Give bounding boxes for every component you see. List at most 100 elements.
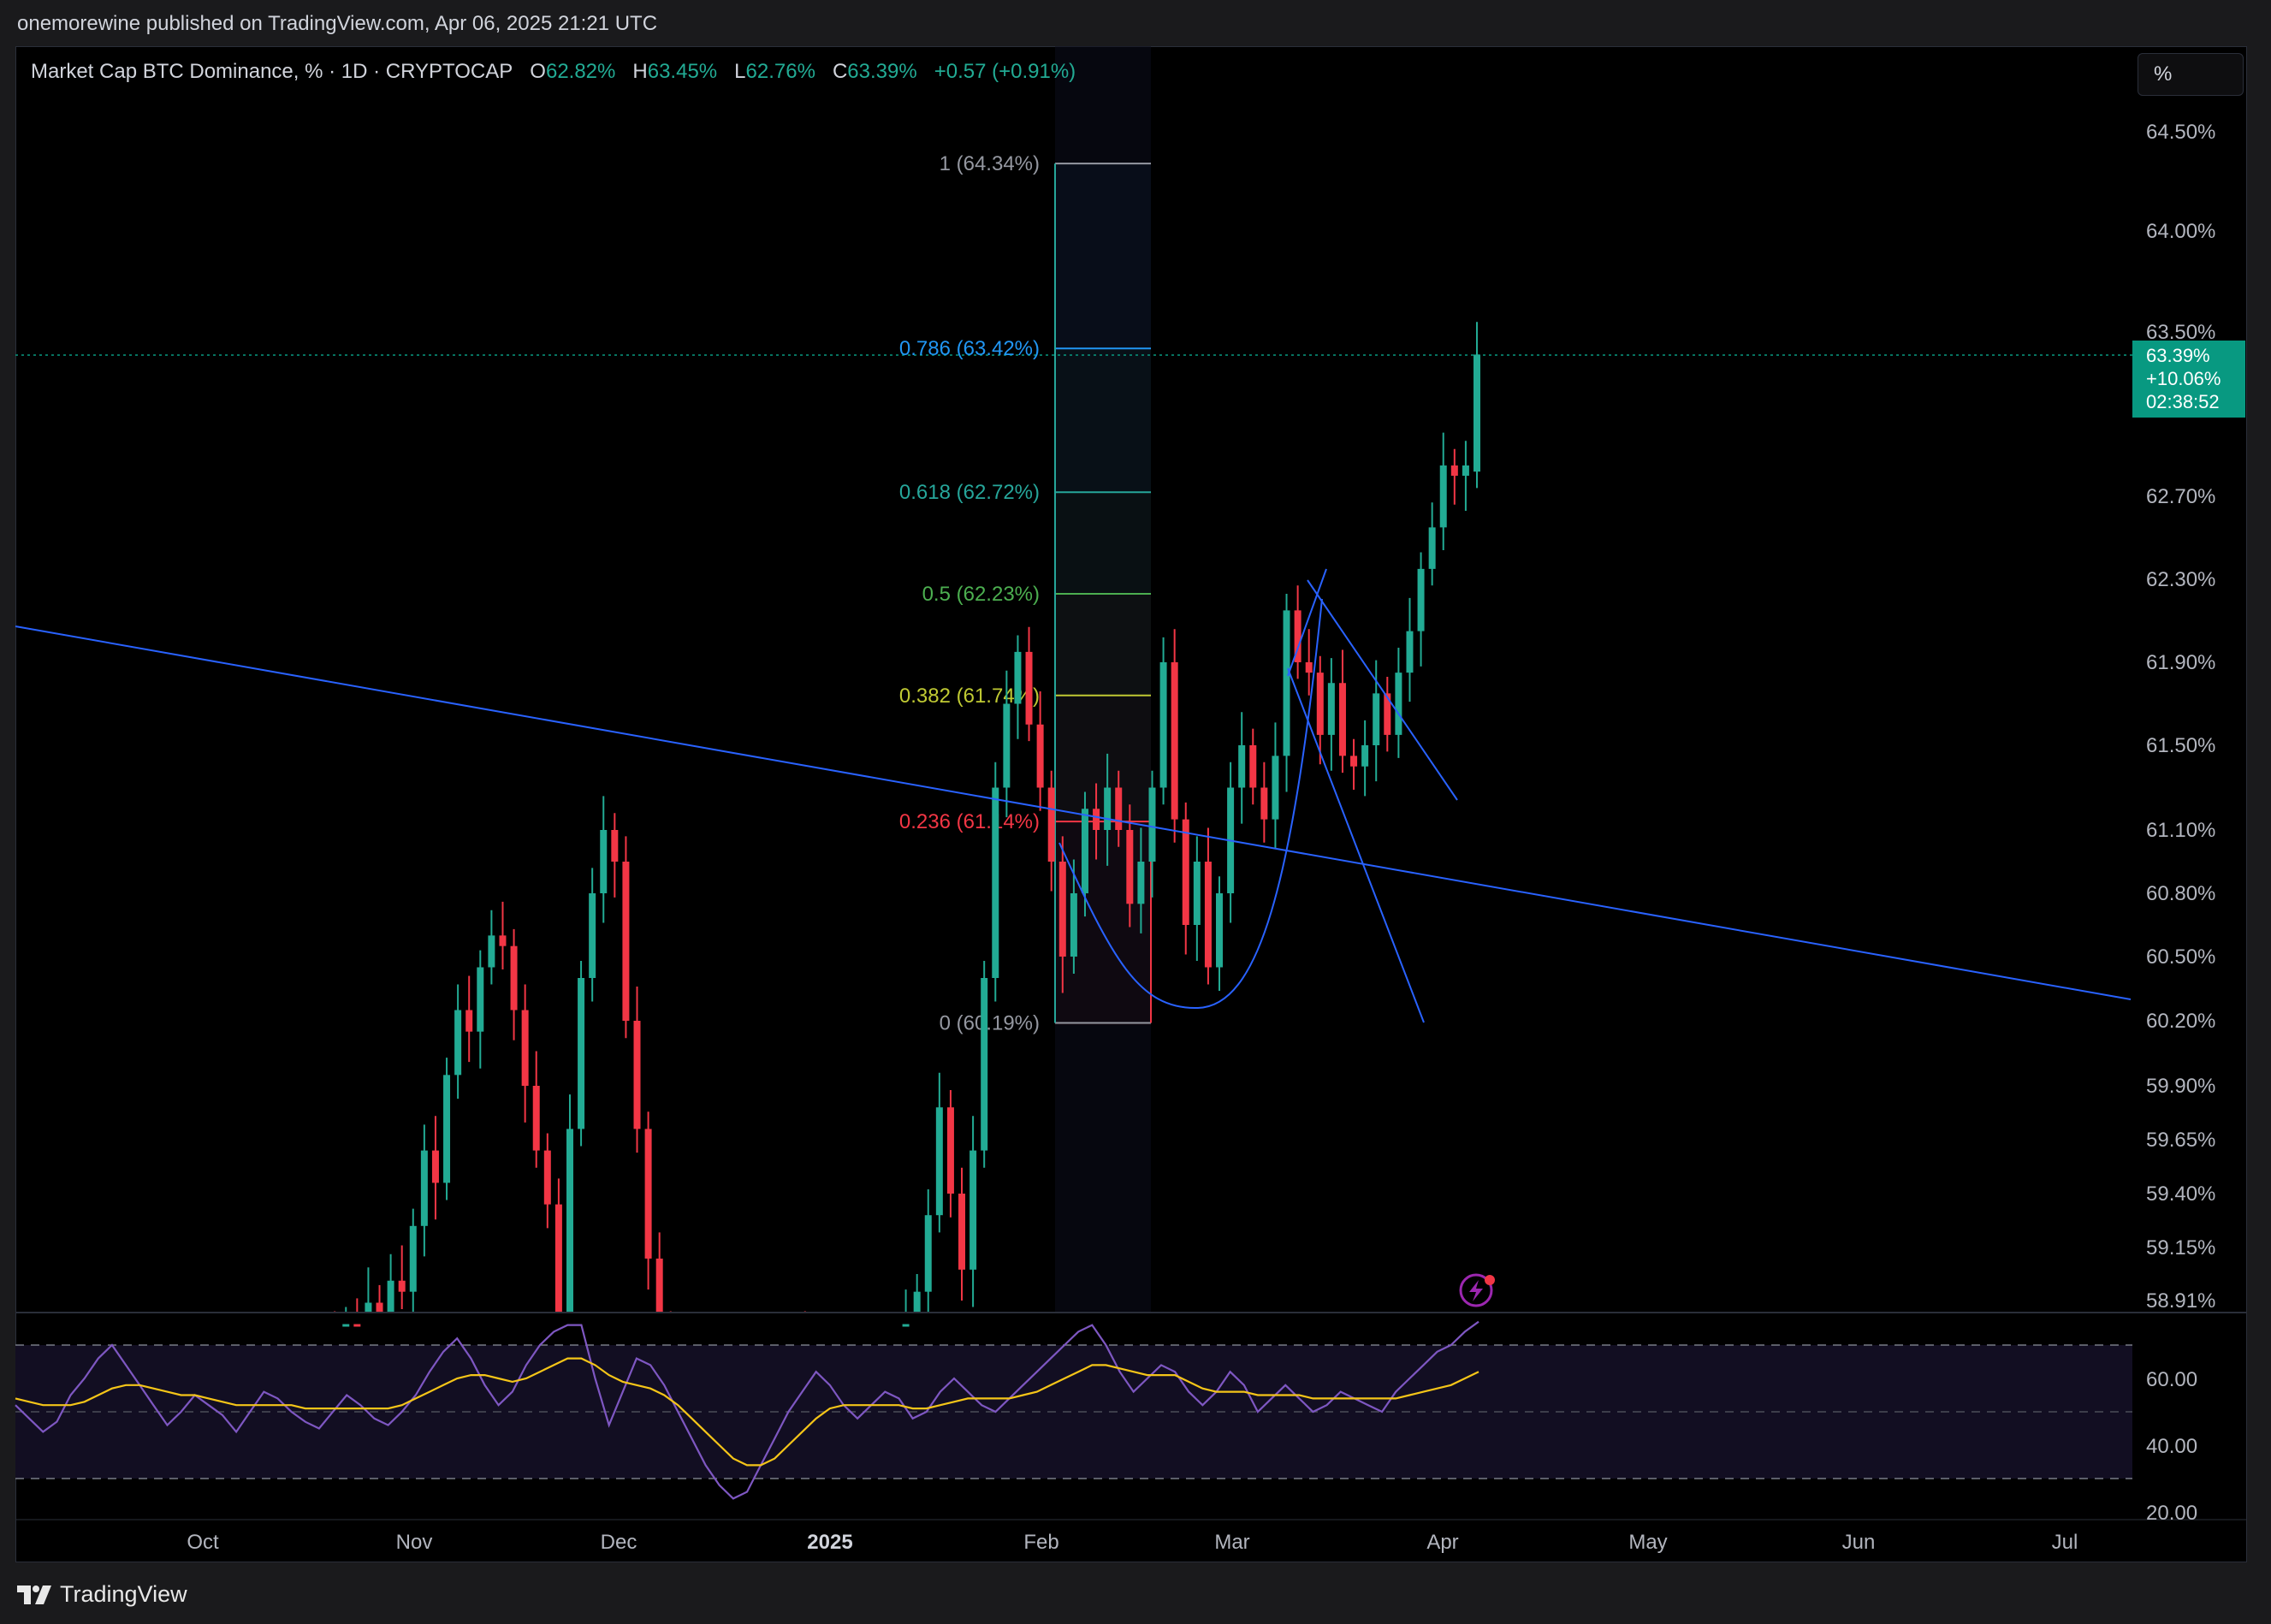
fib-retracement-tool[interactable] bbox=[1055, 46, 1151, 1313]
candles bbox=[331, 322, 1480, 1348]
candle-body bbox=[1338, 683, 1346, 756]
fib-level-label: 1 (64.34%) bbox=[940, 152, 1040, 175]
candle-body bbox=[488, 935, 495, 968]
price-tick-label: 64.00% bbox=[2146, 220, 2215, 243]
fib-level-label: 0.618 (62.72%) bbox=[899, 481, 1040, 504]
candle-body bbox=[1137, 862, 1145, 904]
legend-change: +0.57 (+0.91%) bbox=[934, 60, 1076, 83]
candle-body bbox=[935, 1107, 943, 1216]
candle-body bbox=[342, 1324, 350, 1327]
candle-body bbox=[443, 1075, 451, 1183]
candle-body bbox=[431, 1150, 439, 1183]
tradingview-logo-icon bbox=[17, 1585, 51, 1604]
candle-body bbox=[1428, 527, 1436, 569]
bar-countdown: 02:38:52 bbox=[2146, 391, 2220, 412]
candle-body bbox=[578, 978, 585, 1129]
price-axis[interactable]: 64.50%64.00%63.50%62.70%62.30%61.90%61.5… bbox=[2146, 121, 2215, 1313]
legend-low-label: L bbox=[734, 60, 746, 83]
candle-body bbox=[589, 893, 596, 978]
percent-scale-button[interactable]: % bbox=[2138, 53, 2244, 96]
candle-body bbox=[543, 1150, 551, 1205]
candle-body bbox=[1014, 651, 1022, 704]
tradingview-logo[interactable]: TradingView bbox=[17, 1581, 187, 1608]
candle-body bbox=[1417, 568, 1425, 631]
candle-body bbox=[1148, 787, 1156, 862]
rsi-tick-label: 60.00 bbox=[2146, 1368, 2197, 1391]
legend-close: 63.39% bbox=[847, 60, 917, 83]
candle-body bbox=[398, 1280, 406, 1292]
candle-body bbox=[1260, 787, 1268, 820]
candle-body bbox=[644, 1129, 652, 1259]
candle-body bbox=[420, 1150, 428, 1226]
candle-body bbox=[532, 1086, 540, 1151]
fib-level-label: 0.786 (63.42%) bbox=[899, 337, 1040, 360]
candle-body bbox=[1058, 862, 1066, 957]
legend-symbol: Market Cap BTC Dominance, % · 1D · CRYPT… bbox=[31, 60, 513, 83]
price-tick-label: 59.15% bbox=[2146, 1236, 2215, 1259]
price-tick-label: 58.91% bbox=[2146, 1289, 2215, 1313]
price-tick-label: 59.40% bbox=[2146, 1182, 2215, 1206]
tradingview-brand: TradingView bbox=[60, 1581, 187, 1607]
candle-body bbox=[1126, 830, 1134, 904]
candle-body bbox=[387, 1280, 394, 1313]
candle-body bbox=[969, 1150, 977, 1270]
series-legend[interactable]: Market Cap BTC Dominance, % · 1D · CRYPT… bbox=[31, 60, 1076, 84]
fib-column-highlight bbox=[1055, 46, 1151, 1313]
price-tick-label: 62.70% bbox=[2146, 485, 2215, 508]
time-tick-label: 2025 bbox=[807, 1531, 852, 1554]
candle-body bbox=[1193, 862, 1201, 925]
fib-level-label: 0 (60.19%) bbox=[940, 1012, 1040, 1035]
rsi-tick-label: 40.00 bbox=[2146, 1435, 2197, 1458]
candle-body bbox=[365, 1302, 372, 1313]
candle-body bbox=[1238, 745, 1246, 788]
candle-body bbox=[1462, 465, 1469, 476]
chart-canvas[interactable]: 1 (64.34%) 0.786 (63.42%) 0.618 (62.72%) 0.… bbox=[0, 0, 2271, 1624]
legend-high-label: H bbox=[632, 60, 648, 83]
candle-body bbox=[981, 978, 988, 1151]
candle-body bbox=[1003, 703, 1011, 788]
candle-body bbox=[633, 1021, 641, 1129]
rsi-axis[interactable]: 60.00 40.00 20.00 bbox=[2146, 1368, 2197, 1525]
price-tick-label: 60.50% bbox=[2146, 945, 2215, 969]
candle-body bbox=[1305, 662, 1313, 673]
candle-body bbox=[554, 1204, 562, 1313]
candle-body bbox=[1373, 693, 1380, 745]
rsi-tick-label: 20.00 bbox=[2146, 1502, 2197, 1525]
candle-body bbox=[913, 1291, 921, 1313]
candle-body bbox=[1115, 787, 1123, 830]
candle-body bbox=[1473, 354, 1480, 472]
price-tick-label: 61.10% bbox=[2146, 819, 2215, 842]
candle-body bbox=[454, 1010, 462, 1076]
candle-body bbox=[1171, 662, 1178, 820]
legend-high: 63.45% bbox=[647, 60, 718, 83]
price-tick-label: 59.65% bbox=[2146, 1129, 2215, 1152]
candle-body bbox=[622, 862, 630, 1021]
price-tick-label: 60.20% bbox=[2146, 1010, 2215, 1033]
footer-bar: TradingView bbox=[0, 1564, 2271, 1624]
candle-body bbox=[1316, 673, 1324, 735]
candle-body bbox=[1395, 673, 1402, 735]
legend-open-label: O bbox=[530, 60, 546, 83]
last-price-tag: 63.39% +10.06% 02:38:52 bbox=[2132, 341, 2245, 418]
candle-body bbox=[1406, 631, 1414, 673]
price-tick-label: 64.50% bbox=[2146, 121, 2215, 144]
candle-body bbox=[958, 1194, 966, 1270]
price-tick-label: 60.80% bbox=[2146, 882, 2215, 905]
candle-body bbox=[1081, 809, 1088, 893]
candle-body bbox=[1216, 893, 1224, 968]
price-tick-label: 61.90% bbox=[2146, 651, 2215, 674]
candle-body bbox=[1104, 787, 1112, 830]
candle-body bbox=[1249, 745, 1257, 788]
price-tick-label: 61.50% bbox=[2146, 734, 2215, 757]
fib-level-label: 0.5 (62.23%) bbox=[922, 583, 1040, 606]
candle-body bbox=[499, 935, 507, 946]
time-tick-label: Jul bbox=[2052, 1531, 2078, 1554]
lightning-alert-icon[interactable] bbox=[1459, 1273, 1495, 1307]
candle-body bbox=[1439, 465, 1447, 528]
candle-body bbox=[477, 967, 484, 1032]
time-axis[interactable]: Oct Nov Dec 2025 Feb Mar Apr May Jun Jul bbox=[187, 1531, 2078, 1554]
candle-body bbox=[409, 1225, 417, 1292]
candle-body bbox=[1361, 745, 1369, 767]
candle-body bbox=[1036, 724, 1044, 788]
time-tick-label: Feb bbox=[1023, 1531, 1058, 1554]
